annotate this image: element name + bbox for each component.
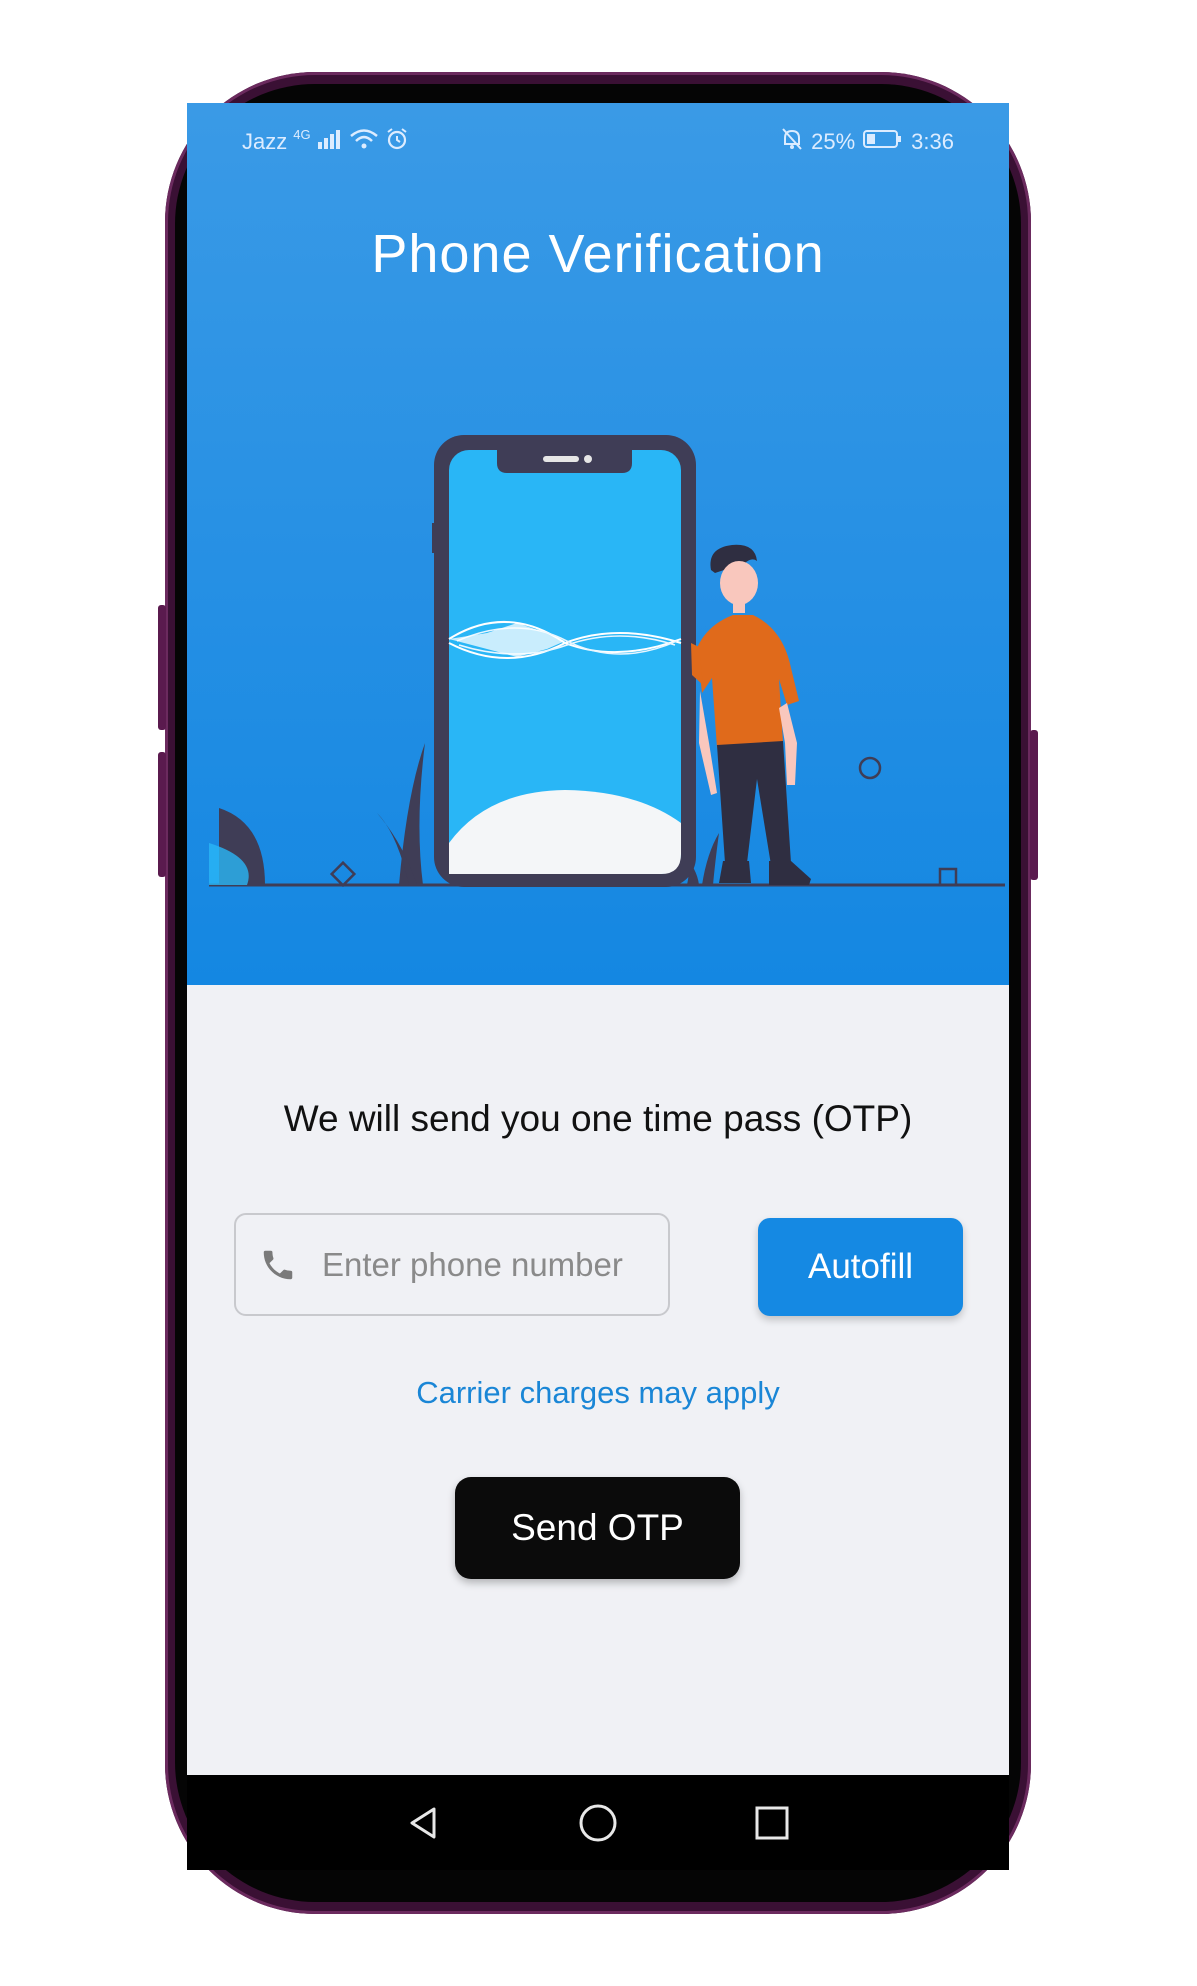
page-title: Phone Verification — [371, 224, 825, 284]
navigation-bar — [187, 1775, 1009, 1870]
app-screen: Jazz 4G 25% 3:36 Phone Verification We w… — [187, 103, 1009, 1775]
phone-number-field[interactable] — [234, 1213, 670, 1316]
back-icon[interactable] — [392, 1791, 456, 1855]
recents-icon[interactable] — [740, 1791, 804, 1855]
phone-icon — [256, 1243, 300, 1287]
side-button-right — [1030, 730, 1038, 880]
network-type: 4G — [293, 126, 311, 142]
wifi-icon — [349, 128, 379, 156]
phone-number-input[interactable] — [320, 1244, 654, 1285]
content-section: We will send you one time pass (OTP) Aut… — [187, 985, 1009, 1775]
autofill-button[interactable]: Autofill — [758, 1218, 963, 1316]
carrier-name: Jazz — [242, 129, 288, 154]
signal-icon — [317, 128, 343, 156]
battery-icon — [863, 128, 903, 156]
mute-icon — [781, 127, 803, 157]
clock-time: 3:36 — [911, 129, 954, 154]
otp-message: We will send you one time pass (OTP) — [283, 1098, 913, 1139]
hero-section: Jazz 4G 25% 3:36 Phone Verification — [187, 103, 1009, 985]
status-right: 25% 3:36 — [781, 127, 954, 157]
carrier-charges-note: Carrier charges may apply — [416, 1375, 780, 1410]
send-otp-button[interactable]: Send OTP — [455, 1477, 740, 1579]
home-icon[interactable] — [566, 1791, 630, 1855]
battery-percent: 25% — [811, 129, 856, 154]
status-bar: Jazz 4G 25% 3:36 — [187, 113, 1009, 163]
alarm-icon — [385, 127, 409, 157]
phone-illustration — [187, 323, 1009, 923]
status-left: Jazz 4G — [242, 127, 409, 157]
side-button-left — [158, 605, 166, 730]
side-button-left-2 — [158, 752, 166, 877]
